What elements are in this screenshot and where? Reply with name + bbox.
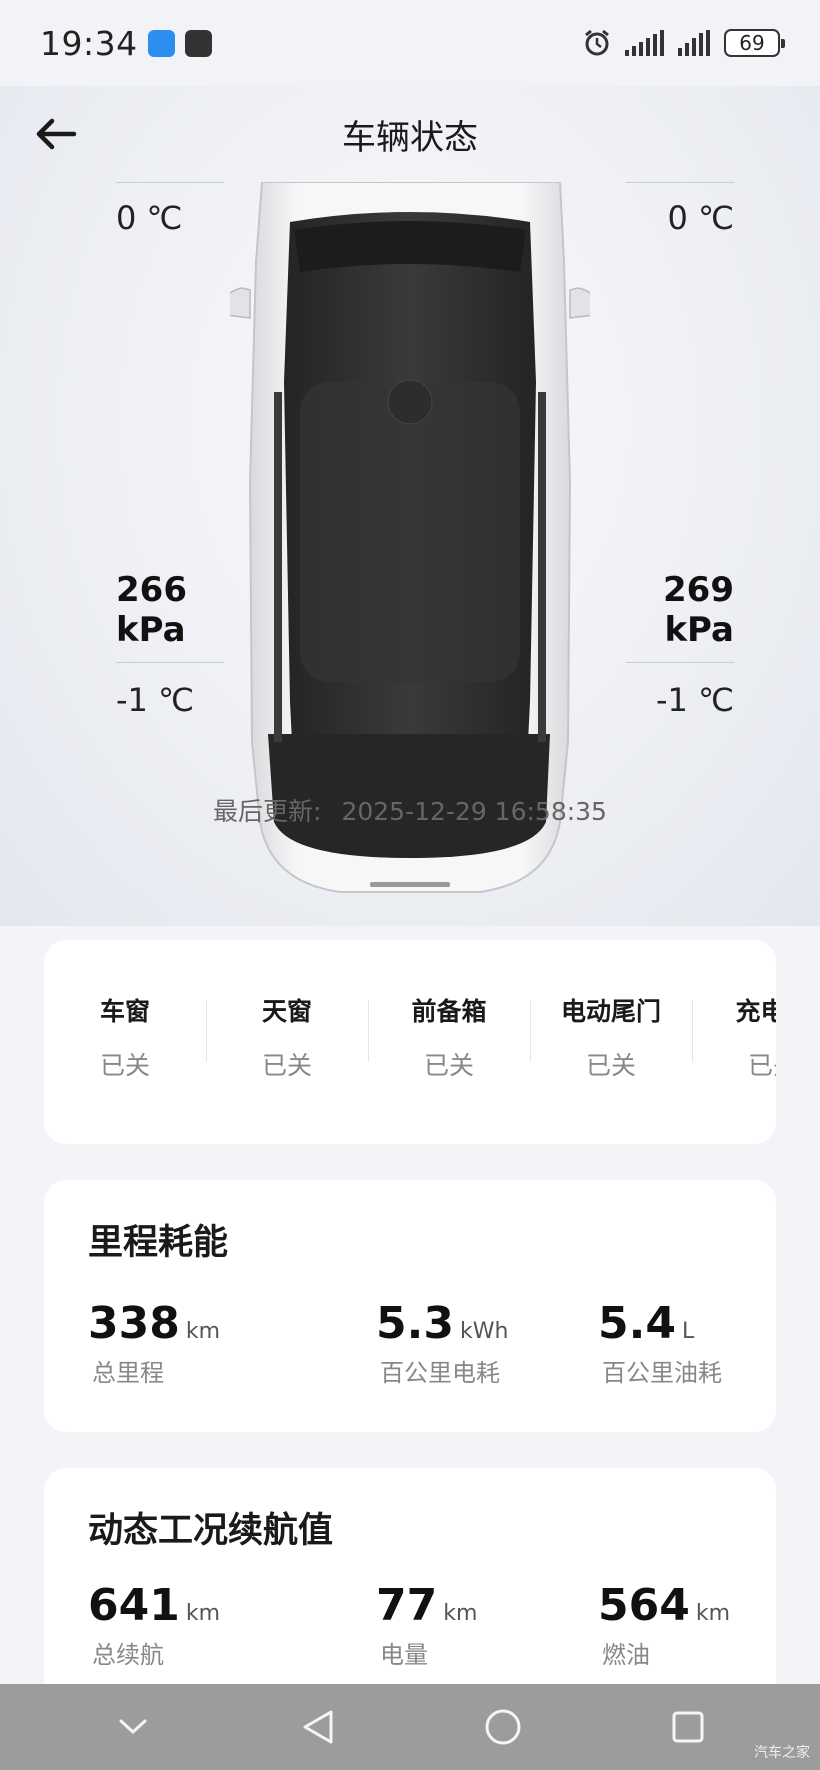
system-nav-bar: 汽车之家 [0, 1684, 820, 1770]
openings-row: 车窗 已关 天窗 已关 前备箱 已关 电动尾门 已关 充电口 已关 [44, 992, 776, 1082]
metric-unit: kWh [459, 1319, 509, 1344]
home-circle-icon [485, 1709, 520, 1745]
metric-electric-consumption: 5.3 kWh 百公里电耗 [376, 1298, 508, 1388]
page-title: 车辆状态 [342, 117, 478, 158]
tire-front-right: 0 ℃ [594, 182, 734, 237]
battery-icon: 69 [724, 29, 785, 57]
opening-status: 已关 [261, 1051, 312, 1080]
opening-charge-port: 充电口 已关 [692, 992, 776, 1082]
alarm-icon [585, 29, 609, 56]
opening-label: 车窗 [99, 997, 150, 1026]
nav-home-button[interactable] [473, 1697, 533, 1757]
metric-value: 338 [88, 1298, 180, 1349]
metric-unit: km [443, 1601, 478, 1626]
opening-status: 已关 [585, 1051, 636, 1080]
last-updated-label: 最后更新: [213, 797, 322, 826]
metric-unit: L [681, 1319, 695, 1344]
last-updated: 最后更新: 2025-12-29 16:58:35 [0, 792, 820, 828]
divider [626, 182, 734, 183]
nav-hide-button[interactable] [103, 1697, 163, 1757]
metric-unit: km [185, 1319, 221, 1344]
signal-icon [678, 30, 710, 56]
chevron-down-icon [119, 1719, 146, 1735]
status-bar: 19:34 69 [0, 0, 820, 86]
opening-label: 充电口 [735, 997, 776, 1026]
arrow-left-icon [36, 118, 77, 150]
metric-label: 百公里油耗 [602, 1359, 722, 1387]
nav-recents-button[interactable] [658, 1697, 718, 1757]
tire-temp: 0 ℃ [667, 199, 734, 237]
opening-status: 已关 [747, 1051, 776, 1080]
tire-rear-right: 269 kPa -1 ℃ [594, 570, 734, 719]
opening-window: 车窗 已关 [44, 992, 206, 1082]
metric-fuel-consumption: 5.4 L 百公里油耗 [598, 1298, 722, 1388]
metric-value: 564 [598, 1580, 690, 1631]
recents-square-icon [672, 1711, 703, 1743]
openings-card[interactable]: 车窗 已关 天窗 已关 前备箱 已关 电动尾门 已关 充电口 已关 [44, 940, 776, 1144]
opening-status: 已关 [423, 1051, 474, 1080]
metric-electric-range: 77 km 电量 [376, 1580, 477, 1670]
opening-sunroof: 天窗 已关 [206, 992, 368, 1082]
tire-front-left: 0 ℃ [116, 182, 256, 237]
back-button[interactable] [34, 114, 80, 154]
opening-status: 已关 [99, 1051, 150, 1080]
metric-fuel-range: 564 km 燃油 [598, 1580, 730, 1670]
opening-frunk: 前备箱 已关 [368, 992, 530, 1082]
metric-total-mileage: 338 km 总里程 [88, 1298, 220, 1388]
metric-total-range: 641 km 总续航 [88, 1580, 220, 1670]
metric-label: 总里程 [92, 1359, 164, 1387]
tire-temp: -1 ℃ [655, 681, 734, 719]
metric-label: 总续航 [92, 1641, 164, 1669]
metric-value: 5.3 [376, 1298, 454, 1349]
divider [626, 662, 734, 663]
opening-label: 电动尾门 [560, 997, 661, 1026]
metric-unit: km [185, 1601, 221, 1626]
message-app-icon [147, 29, 175, 57]
last-updated-value: 2025-12-29 16:58:35 [341, 797, 607, 826]
metric-value: 641 [88, 1580, 180, 1631]
metric-label: 百公里电耗 [380, 1359, 500, 1387]
vehicle-app-icon [184, 29, 212, 57]
signal-icon [625, 30, 664, 56]
metric-label: 电量 [380, 1641, 428, 1669]
tire-temp: 0 ℃ [116, 199, 183, 237]
mileage-card: 里程耗能 338 km 总里程 5.3 kWh 百公里电耗 5.4 L 百公里油耗 [44, 1180, 776, 1432]
opening-label: 前备箱 [411, 997, 487, 1026]
status-time: 19:34 [40, 23, 138, 63]
metric-label: 燃油 [602, 1641, 650, 1669]
tire-pressure: 266 kPa [116, 570, 187, 650]
range-title: 动态工况续航值 [88, 1511, 334, 1551]
divider [116, 662, 224, 663]
tire-pressure: 269 kPa [663, 570, 734, 650]
header: 车辆状态 [0, 86, 820, 182]
tire-rear-left: 266 kPa -1 ℃ [116, 570, 256, 719]
mileage-title: 里程耗能 [88, 1223, 229, 1263]
back-triangle-icon [303, 1710, 332, 1744]
watermark: 汽车之家 [754, 1745, 810, 1761]
opening-tailgate: 电动尾门 已关 [530, 992, 692, 1082]
divider [116, 182, 224, 183]
metric-value: 5.4 [598, 1298, 676, 1349]
tire-temp: -1 ℃ [116, 681, 195, 719]
status-indicators: 69 [583, 29, 785, 57]
metric-value: 77 [376, 1580, 438, 1631]
metric-unit: km [695, 1601, 731, 1626]
battery-level: 69 [739, 31, 765, 55]
opening-label: 天窗 [261, 997, 312, 1026]
nav-back-button[interactable] [288, 1697, 348, 1757]
